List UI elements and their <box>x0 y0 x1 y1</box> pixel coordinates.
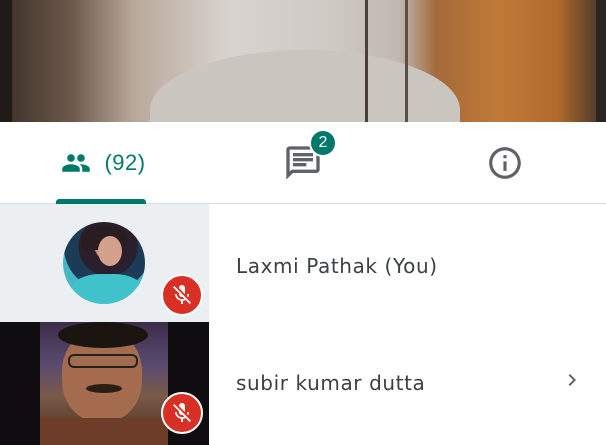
participant-tile <box>0 204 209 322</box>
video-detail <box>405 0 408 122</box>
participant-row[interactable]: subir kumar dutta <box>0 322 606 445</box>
participant-count: (92) <box>104 150 146 175</box>
video-edge <box>0 0 12 122</box>
tab-info[interactable] <box>404 122 606 204</box>
main-video-feed <box>0 0 606 122</box>
video-detail <box>86 384 122 393</box>
chat-icon-wrapper: 2 <box>283 129 337 183</box>
tab-chat[interactable]: 2 <box>202 122 404 204</box>
mic-off-indicator <box>161 274 203 316</box>
chevron-right-icon[interactable] <box>560 368 584 392</box>
video-detail <box>58 322 148 348</box>
meeting-tab-bar: (92) 2 <box>0 122 606 204</box>
unread-badge: 2 <box>309 129 337 157</box>
avatar <box>63 222 145 304</box>
video-edge <box>596 0 606 122</box>
video-detail <box>68 354 138 368</box>
avatar-detail <box>71 274 143 304</box>
video-detail <box>40 418 168 445</box>
people-icon <box>62 154 91 172</box>
avatar-detail <box>98 236 122 266</box>
mic-off-indicator <box>161 392 203 434</box>
participant-name: subir kumar dutta <box>236 371 426 395</box>
participant-row[interactable]: Laxmi Pathak (You) <box>0 204 606 322</box>
participant-name: Laxmi Pathak (You) <box>236 254 438 278</box>
video-detail <box>365 0 368 122</box>
participant-tile <box>0 322 209 445</box>
mic-off-icon <box>173 285 191 304</box>
mic-off-icon <box>173 403 191 422</box>
info-icon <box>489 147 521 179</box>
video-subject <box>150 50 460 122</box>
video-thumbnail <box>40 322 168 445</box>
tab-people[interactable]: (92) <box>0 122 202 204</box>
